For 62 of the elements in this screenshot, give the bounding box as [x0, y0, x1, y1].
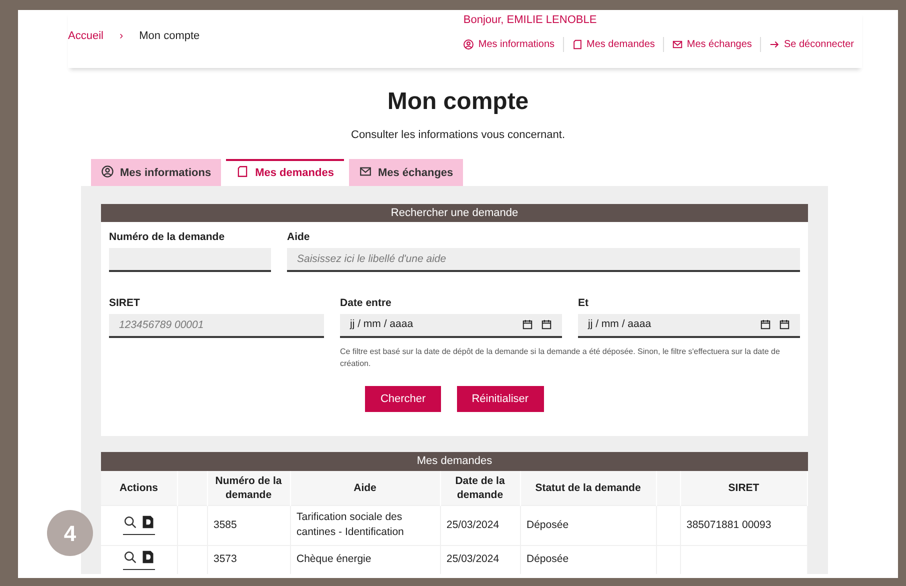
- field-label: Aide: [287, 230, 311, 246]
- tab[interactable]: Mes échanges: [348, 159, 464, 186]
- column-header: Aide: [290, 470, 440, 506]
- table-cell: 385071881 00093: [680, 506, 808, 546]
- view-link[interactable]: [122, 515, 137, 530]
- search-icon: [122, 515, 137, 530]
- subtitle: Consulter les informations vous concernant.: [350, 128, 566, 143]
- table-cell: 3573: [207, 545, 290, 574]
- page-title: Mon compte: [386, 88, 530, 117]
- document-icon: [236, 165, 250, 178]
- calendar-icon: [541, 319, 552, 330]
- user-link[interactable]: Mes échanges: [662, 36, 760, 52]
- table-cell: 25/03/2024: [440, 545, 520, 574]
- view-link[interactable]: [122, 550, 137, 565]
- mail-icon: [358, 165, 372, 178]
- column-header: Statut de la demande: [520, 470, 656, 506]
- field-label: Numéro de la demande: [109, 230, 226, 246]
- document-link[interactable]: [140, 515, 155, 530]
- date-field[interactable]: jj / mm / aaaa: [340, 314, 562, 338]
- input-field[interactable]: 123456789 00001: [109, 314, 324, 338]
- input-field[interactable]: [109, 248, 271, 272]
- column-header: Date de la demande: [440, 470, 520, 506]
- section-header: Rechercher une demande: [101, 204, 808, 222]
- user-icon: [463, 38, 474, 50]
- document-icon: [572, 38, 583, 50]
- breadcrumb-current: Mon compte: [139, 29, 200, 44]
- calendar-icon: [522, 319, 534, 330]
- tab[interactable]: Mes informations: [91, 159, 222, 186]
- table-cell: Déposée: [520, 506, 656, 546]
- action-button[interactable]: Réinitialiser: [456, 386, 544, 412]
- breadcrumb-separator: ›: [119, 29, 124, 44]
- document-link[interactable]: [140, 550, 155, 565]
- user-icon: [101, 165, 114, 178]
- table-cell: 25/03/2024: [440, 506, 520, 546]
- column-header: Numéro de la demande: [207, 470, 290, 506]
- user-link[interactable]: Se déconnecter: [760, 36, 862, 52]
- section-header: Mes demandes: [101, 452, 808, 471]
- user-link[interactable]: Mes informations: [463, 36, 563, 52]
- table-cell: Déposée: [520, 545, 656, 574]
- table-cell: Chèque énergie: [290, 545, 440, 574]
- input-field[interactable]: Saisissez ici le libellé d'une aide: [287, 248, 800, 272]
- calendar-icon: [779, 319, 790, 330]
- field-label: Date entre: [340, 296, 392, 312]
- table-cell: 3585: [207, 506, 290, 546]
- hint-text: Ce filtre est basé sur la date de dépôt de la demande si la demande a été déposée. Sinon, le filtre s'effectuera sur la date de création.: [340, 346, 781, 370]
- column-header: Actions: [101, 470, 177, 506]
- field-label: Et: [578, 296, 590, 312]
- calendar-icon: [760, 319, 772, 330]
- file-icon: [140, 550, 155, 564]
- step-badge: 4: [47, 510, 93, 556]
- arrow-icon: [768, 38, 780, 50]
- greeting: Bonjour, EMILIE LENOBLE: [463, 13, 598, 28]
- date-field[interactable]: jj / mm / aaaa: [578, 314, 800, 338]
- column-header: SIRET: [680, 470, 808, 506]
- search-icon: [122, 550, 137, 564]
- action-button[interactable]: Chercher: [365, 386, 441, 412]
- mail-icon: [672, 38, 683, 50]
- table-cell: Tarification sociale des cantines - Identification: [290, 506, 440, 546]
- field-label: SIRET: [109, 296, 141, 312]
- user-link[interactable]: Mes demandes: [562, 36, 663, 52]
- file-icon: [140, 515, 155, 530]
- breadcrumb-link[interactable]: Accueil: [68, 28, 104, 44]
